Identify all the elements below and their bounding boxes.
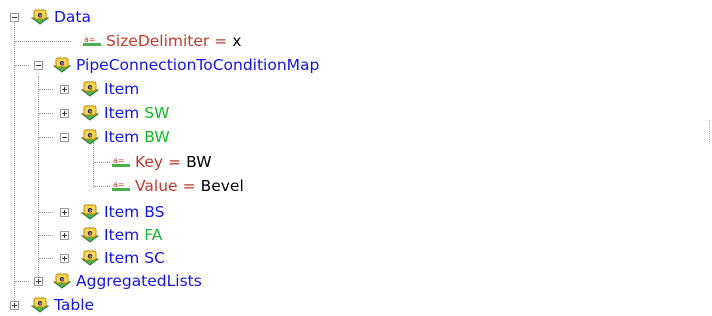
attr-equals: = [182, 177, 196, 195]
collapse-icon[interactable] [60, 133, 69, 142]
expand-icon[interactable] [10, 301, 19, 310]
node-pipe-connection-map[interactable]: PipeConnectionToConditionMap [53, 54, 319, 76]
expand-icon[interactable] [60, 109, 69, 118]
node-suffix: FA [144, 226, 163, 244]
expand-icon[interactable] [60, 208, 69, 217]
xml-element-icon [81, 129, 99, 145]
xml-element-icon [53, 273, 71, 289]
xml-tree-view[interactable]: Data SizeDelimiter = x PipeConnectionToC… [0, 0, 712, 314]
attr-value: Bevel [200, 177, 244, 195]
node-suffix: SC [144, 249, 165, 267]
node-label: AggregatedLists [76, 272, 202, 290]
xml-attribute-icon [112, 180, 130, 192]
xml-element-icon [81, 204, 99, 220]
node-data[interactable]: Data [31, 6, 91, 28]
node-suffix: SW [144, 104, 170, 122]
collapse-icon[interactable] [10, 13, 19, 22]
attr-name: Value [135, 177, 178, 195]
xml-element-icon [81, 227, 99, 243]
expand-icon[interactable] [60, 231, 69, 240]
expand-icon[interactable] [34, 277, 43, 286]
attr-name: Key [135, 153, 164, 171]
node-label: Item [104, 128, 140, 146]
node-label: Item [104, 226, 140, 244]
node-item-sw[interactable]: Item SW [81, 102, 169, 124]
node-label: Item [104, 203, 140, 221]
xml-element-icon [31, 9, 49, 25]
node-label: Item [104, 104, 140, 122]
node-item-fa[interactable]: Item FA [81, 224, 162, 246]
attr-value-node[interactable]: Value = Bevel [112, 175, 244, 197]
node-table[interactable]: Table [31, 294, 94, 316]
attr-name: SizeDelimiter [106, 32, 210, 50]
xml-element-icon [81, 81, 99, 97]
node-label: Table [54, 296, 95, 314]
xml-element-icon [81, 105, 99, 121]
node-item-bw[interactable]: Item BW [81, 126, 170, 148]
node-item-sc[interactable]: Item SC [81, 247, 165, 269]
node-label: Item [104, 249, 140, 267]
collapse-icon[interactable] [34, 61, 43, 70]
node-aggregated-lists[interactable]: AggregatedLists [53, 270, 202, 292]
xml-element-icon [31, 297, 49, 313]
node-item-bs[interactable]: Item BS [81, 201, 165, 223]
attr-equals: = [168, 153, 182, 171]
node-suffix: BW [144, 128, 170, 146]
node-suffix: BS [144, 203, 165, 221]
attr-value: x [232, 32, 242, 50]
xml-element-icon [53, 57, 71, 73]
expand-icon[interactable] [60, 85, 69, 94]
attr-key[interactable]: Key = BW [112, 151, 212, 173]
attr-size-delimiter[interactable]: SizeDelimiter = x [83, 30, 241, 52]
node-item[interactable]: Item [81, 78, 139, 100]
xml-attribute-icon [112, 156, 130, 168]
node-label: PipeConnectionToConditionMap [76, 56, 320, 74]
xml-element-icon [81, 250, 99, 266]
xml-attribute-icon [83, 35, 101, 47]
node-label: Data [54, 8, 92, 26]
attr-value: BW [186, 153, 212, 171]
node-label: Item [104, 80, 140, 98]
expand-icon[interactable] [60, 254, 69, 263]
attr-equals: = [214, 32, 228, 50]
